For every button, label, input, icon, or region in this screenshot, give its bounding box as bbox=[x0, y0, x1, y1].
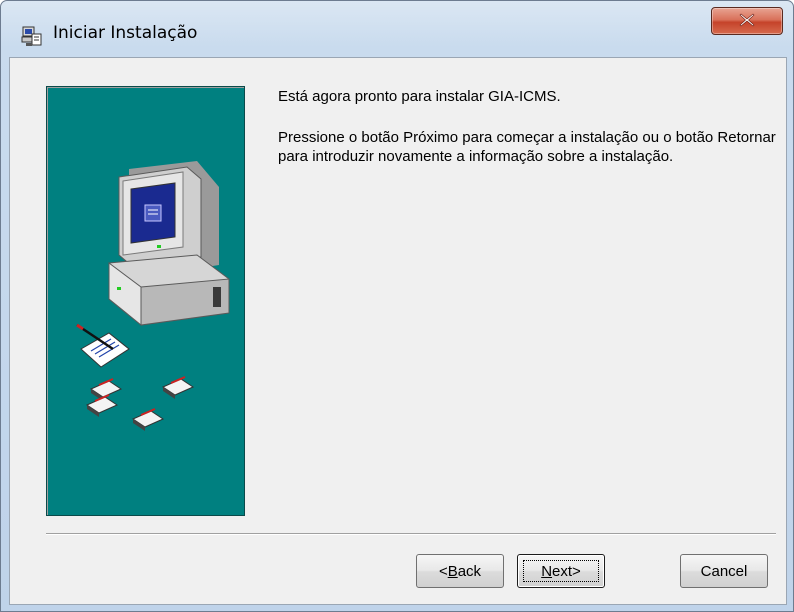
cancel-button[interactable]: Cancel bbox=[680, 554, 768, 588]
instructions-text: Pressione o botão Próximo para começar a… bbox=[278, 129, 776, 165]
close-button[interactable] bbox=[711, 7, 783, 35]
computer-with-disks-illustration bbox=[46, 86, 245, 516]
back-button[interactable]: < Back bbox=[416, 554, 504, 588]
close-icon bbox=[739, 12, 755, 31]
title-bar[interactable]: Iniciar Instalação bbox=[1, 1, 793, 57]
dialog-body: Está agora pronto para instalar GIA-ICMS… bbox=[9, 57, 787, 605]
installer-icon bbox=[21, 25, 43, 47]
separator bbox=[46, 533, 776, 535]
ready-heading: Está agora pronto para instalar GIA-ICMS… bbox=[278, 88, 561, 105]
installer-window: Iniciar Instalação Está agora pronto par… bbox=[0, 0, 794, 612]
window-title: Iniciar Instalação bbox=[53, 23, 198, 43]
back-button-rest: ack bbox=[457, 562, 482, 580]
back-button-mnemonic: B bbox=[447, 562, 458, 580]
next-button[interactable]: Next > bbox=[517, 554, 605, 588]
back-button-prefix: < bbox=[438, 562, 448, 580]
focus-rectangle bbox=[523, 560, 599, 582]
